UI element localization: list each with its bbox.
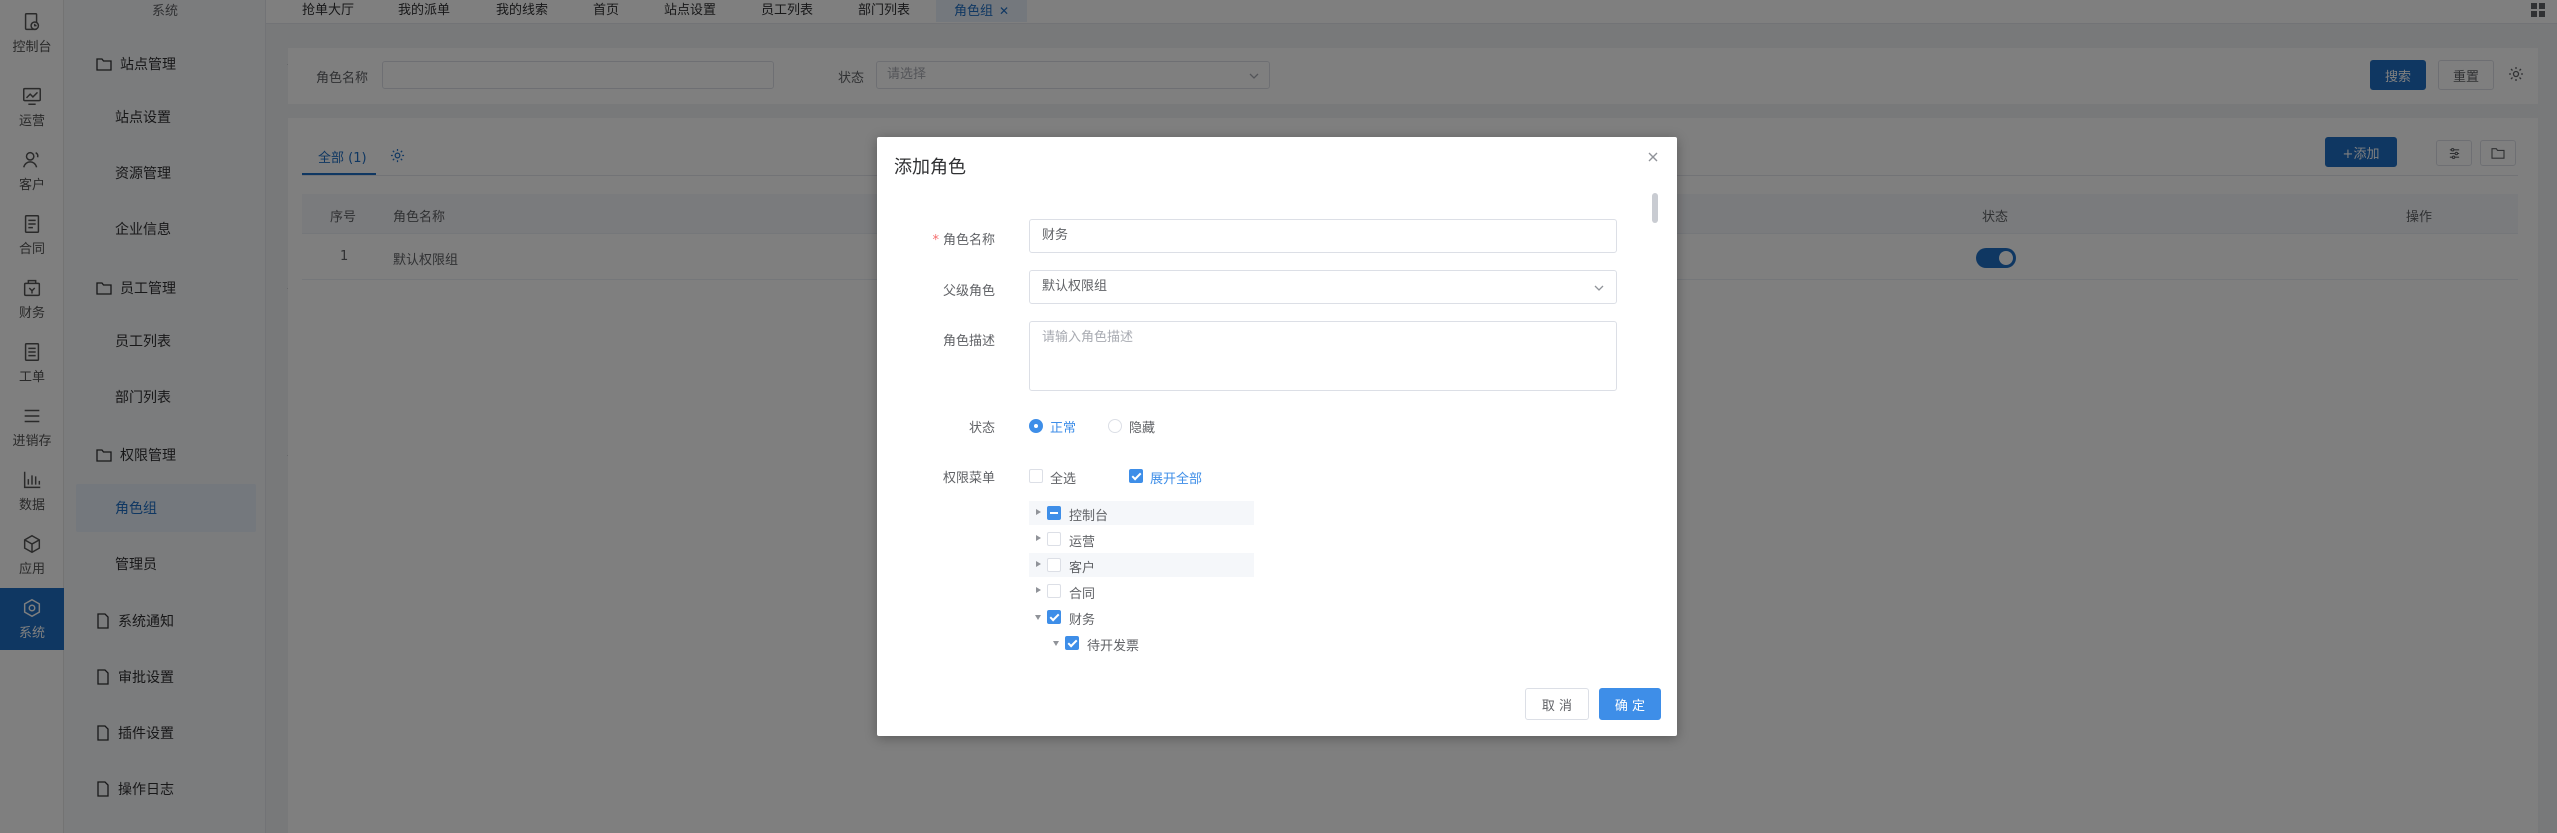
role-name-label: * 角色名称 xyxy=(875,229,995,248)
chevron-down-icon xyxy=(1594,285,1604,291)
caret-right-icon[interactable] xyxy=(1036,587,1041,593)
tree-checkbox[interactable] xyxy=(1047,532,1061,546)
tree-checkbox[interactable] xyxy=(1047,610,1061,624)
caret-down-icon[interactable] xyxy=(1053,641,1059,646)
expand-all-checkbox[interactable] xyxy=(1129,469,1143,483)
caret-right-icon[interactable] xyxy=(1036,535,1041,541)
role-desc-textarea[interactable]: 请输入角色描述 xyxy=(1029,321,1617,391)
scrollbar-thumb[interactable] xyxy=(1652,193,1658,223)
tree-checkbox[interactable] xyxy=(1065,636,1079,650)
tree-node-customer[interactable]: 客户 xyxy=(1029,553,1254,577)
tree-label: 财务 xyxy=(1069,613,1096,628)
tree-node-finance[interactable]: 财务 xyxy=(1029,605,1254,629)
parent-role-label: 父级角色 xyxy=(942,284,995,299)
caret-right-icon[interactable] xyxy=(1036,561,1041,567)
role-desc-label: 角色描述 xyxy=(942,334,995,349)
tree-label: 客户 xyxy=(1069,561,1096,576)
tree-node-operation[interactable]: 运营 xyxy=(1029,527,1254,551)
add-role-dialog: 添加角色 * 角色名称 财务 父级角色 默认权限组 角色描述 请输入角色描述 状态… xyxy=(877,137,1677,736)
status-normal-label[interactable]: 正常 xyxy=(1050,417,1076,436)
role-name-input[interactable]: 财务 xyxy=(1029,219,1617,253)
tree-label: 运营 xyxy=(1069,535,1096,550)
status-hidden-label[interactable]: 隐藏 xyxy=(1129,417,1155,436)
status-normal-radio[interactable] xyxy=(1029,419,1043,433)
tree-label: 待开发票 xyxy=(1087,639,1140,654)
close-icon[interactable] xyxy=(1645,149,1661,165)
permission-tree: 控制台 运营 客户 合同 财务 待开发票 开票 xyxy=(1029,501,1329,661)
caret-down-icon[interactable] xyxy=(1035,615,1041,620)
confirm-button[interactable]: 确 定 xyxy=(1599,688,1661,720)
caret-right-icon[interactable] xyxy=(1036,509,1041,515)
tree-checkbox[interactable] xyxy=(1047,506,1061,520)
tree-label: 控制台 xyxy=(1069,509,1109,524)
tree-node-issue-invoice[interactable]: 开票 xyxy=(1029,657,1254,661)
cancel-button[interactable]: 取 消 xyxy=(1525,688,1589,720)
parent-role-value: 默认权限组 xyxy=(1042,279,1108,294)
tree-node-dashboard[interactable]: 控制台 xyxy=(1029,501,1254,525)
select-all-label[interactable]: 全选 xyxy=(1050,468,1076,487)
permission-menu-label: 权限菜单 xyxy=(942,471,995,486)
expand-all-label[interactable]: 展开全部 xyxy=(1150,468,1202,487)
status-label: 状态 xyxy=(968,421,995,436)
tree-checkbox[interactable] xyxy=(1047,558,1061,572)
tree-label: 合同 xyxy=(1069,587,1096,602)
dialog-title: 添加角色 xyxy=(894,157,966,178)
tree-checkbox[interactable] xyxy=(1047,584,1061,598)
status-hidden-radio[interactable] xyxy=(1108,419,1122,433)
tree-node-pending-invoice[interactable]: 待开发票 xyxy=(1029,631,1254,655)
parent-role-select[interactable]: 默认权限组 xyxy=(1029,270,1617,304)
tree-node-contract[interactable]: 合同 xyxy=(1029,579,1254,603)
required-mark: * xyxy=(932,233,939,248)
role-name-label-text: 角色名称 xyxy=(942,233,995,248)
select-all-checkbox[interactable] xyxy=(1029,469,1043,483)
